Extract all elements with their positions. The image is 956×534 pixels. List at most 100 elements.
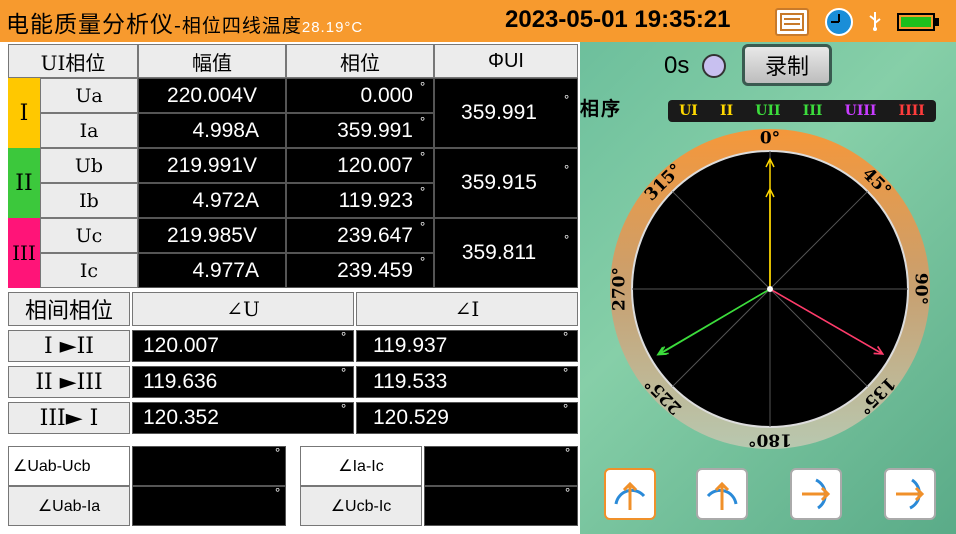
- curve-up-arrow-icon: [896, 478, 925, 510]
- legend-i3: IIII: [898, 103, 925, 119]
- phase-ic: 239.459: [286, 253, 434, 288]
- rotate-ccw-button[interactable]: [696, 468, 748, 520]
- amp-ub: 219.991V: [138, 148, 286, 183]
- deg-a1: °: [275, 445, 281, 460]
- clock-icon[interactable]: [825, 8, 853, 36]
- deg-ii-3: °: [563, 401, 569, 416]
- record-button[interactable]: 录制: [742, 44, 832, 86]
- rotate-ccw-arrow-icon: [706, 481, 738, 510]
- deg-ii-2: °: [563, 365, 569, 380]
- angle-value-ucb-ic: [424, 486, 578, 526]
- amp-uc: 219.985V: [138, 218, 286, 253]
- deg-ua: °: [420, 79, 426, 94]
- interphase-label-2-3: II ►III: [8, 366, 130, 398]
- title-sub: -相位四线: [174, 15, 262, 37]
- title-main: 电能质量分析仪: [6, 12, 174, 38]
- deg-ia: °: [420, 114, 426, 129]
- legend-u2: UII: [755, 103, 781, 119]
- dial-tick-label: 90°: [911, 273, 931, 305]
- phase-label-3: III: [8, 218, 40, 288]
- interphase-i-1-2: 119.937: [356, 330, 578, 362]
- deg-ib: °: [420, 184, 426, 199]
- amp-ib: 4.972A: [138, 183, 286, 218]
- interphase-col-i: ∠I: [356, 292, 578, 326]
- legend-i2: III: [802, 103, 823, 119]
- row-label-ia: Ia: [40, 113, 138, 148]
- dial-center: [767, 286, 773, 292]
- amp-ua: 220.004V: [138, 78, 286, 113]
- interphase-label-3-1: III► I: [8, 402, 130, 434]
- temp-value: 28.19: [301, 19, 345, 36]
- row-label-ib: Ib: [40, 183, 138, 218]
- rotate-cw-button[interactable]: [604, 468, 656, 520]
- deg-a2: °: [565, 445, 571, 460]
- row-label-ic: Ic: [40, 253, 138, 288]
- deg-phi-1: °: [564, 92, 570, 107]
- phi-ui-2: 359.915: [434, 148, 578, 218]
- battery-icon: [897, 12, 941, 32]
- record-indicator-icon: [702, 54, 726, 78]
- phase-sequence-legend: UI II UII III UIII IIII: [668, 100, 936, 122]
- curve-down-button[interactable]: [790, 468, 842, 520]
- row-label-uc: Uc: [40, 218, 138, 253]
- phase-ua: 0.000: [286, 78, 434, 113]
- phase-ia: 359.991: [286, 113, 434, 148]
- interphase-i-2-3: 119.533: [356, 366, 578, 398]
- rotate-cw-arrow-icon: [614, 481, 646, 510]
- angle-value-uab-ucb: [132, 446, 286, 486]
- temp-unit: °C: [344, 19, 364, 36]
- dial-tick-label: 180°: [748, 430, 792, 450]
- deg-ub: °: [420, 149, 426, 164]
- screenshot-icon[interactable]: [775, 8, 809, 36]
- deg-phi-2: °: [564, 162, 570, 177]
- col-header-ui-phase: UI相位: [8, 44, 138, 78]
- interphase-u-3-1: 120.352: [132, 402, 354, 434]
- interphase-u-1-2: 120.007: [132, 330, 354, 362]
- angle-label-ia-ic: ∠Ia-Ic: [300, 446, 422, 486]
- legend-i1: II: [720, 103, 734, 119]
- left-panel: UI相位 幅值 相位 ΦUI I Ua Ia 220.004V 4.998A 0…: [0, 42, 580, 534]
- deg-a4: °: [565, 485, 571, 500]
- phasor-diagram: 0°45°90°135°180°225°270°315°: [610, 129, 931, 450]
- col-header-phase: 相位: [286, 44, 434, 78]
- deg-phi-3: °: [564, 232, 570, 247]
- amp-ia: 4.998A: [138, 113, 286, 148]
- amp-ic: 4.977A: [138, 253, 286, 288]
- phi-ui-3: 359.811: [434, 218, 578, 288]
- col-header-amplitude: 幅值: [138, 44, 286, 78]
- deg-ic: °: [420, 254, 426, 269]
- row-label-ub: Ub: [40, 148, 138, 183]
- temp-label: 温度: [261, 15, 302, 37]
- window-title: 电能质量分析仪-相位四线温度28.19°C: [6, 5, 363, 39]
- col-header-phi-ui: ΦUI: [434, 44, 578, 78]
- row-label-ua: Ua: [40, 78, 138, 113]
- phase-sequence-label: 相序: [580, 98, 623, 120]
- deg-iu-3: °: [341, 401, 347, 416]
- interphase-label-1-2: I ►II: [8, 330, 130, 362]
- angle-label-ucb-ic: ∠Ucb-Ic: [300, 486, 422, 526]
- curve-up-button[interactable]: [884, 468, 936, 520]
- angle-value-uab-ia: [132, 486, 286, 526]
- phase-label-1: I: [8, 78, 40, 148]
- phase-label-2: II: [8, 148, 40, 218]
- deg-a3: °: [275, 485, 281, 500]
- interphase-col-u: ∠U: [132, 292, 354, 326]
- datetime: 2023-05-01 19:35:21: [505, 6, 731, 33]
- phase-uc: 239.647: [286, 218, 434, 253]
- interphase-title: 相间相位: [8, 292, 130, 326]
- deg-iu-1: °: [341, 329, 347, 344]
- right-panel: 0s 录制 相序 UI II UII III UIII IIII 0° 45° 90…: [580, 42, 956, 534]
- legend-u1: UI: [679, 103, 698, 119]
- record-time: 0s: [664, 52, 690, 79]
- phase-ub: 120.007: [286, 148, 434, 183]
- usb-icon: [866, 10, 884, 32]
- phi-ui-1: 359.991: [434, 78, 578, 148]
- dial-tick-label: 0°: [760, 129, 780, 149]
- deg-iu-2: °: [341, 365, 347, 380]
- deg-uc: °: [420, 219, 426, 234]
- phase-ib: 119.923: [286, 183, 434, 218]
- interphase-u-2-3: 119.636: [132, 366, 354, 398]
- interphase-i-3-1: 120.529: [356, 402, 578, 434]
- top-bar: 电能质量分析仪-相位四线温度28.19°C 2023-05-01 19:35:2…: [0, 0, 956, 42]
- dial-tick-label: 270°: [610, 267, 630, 311]
